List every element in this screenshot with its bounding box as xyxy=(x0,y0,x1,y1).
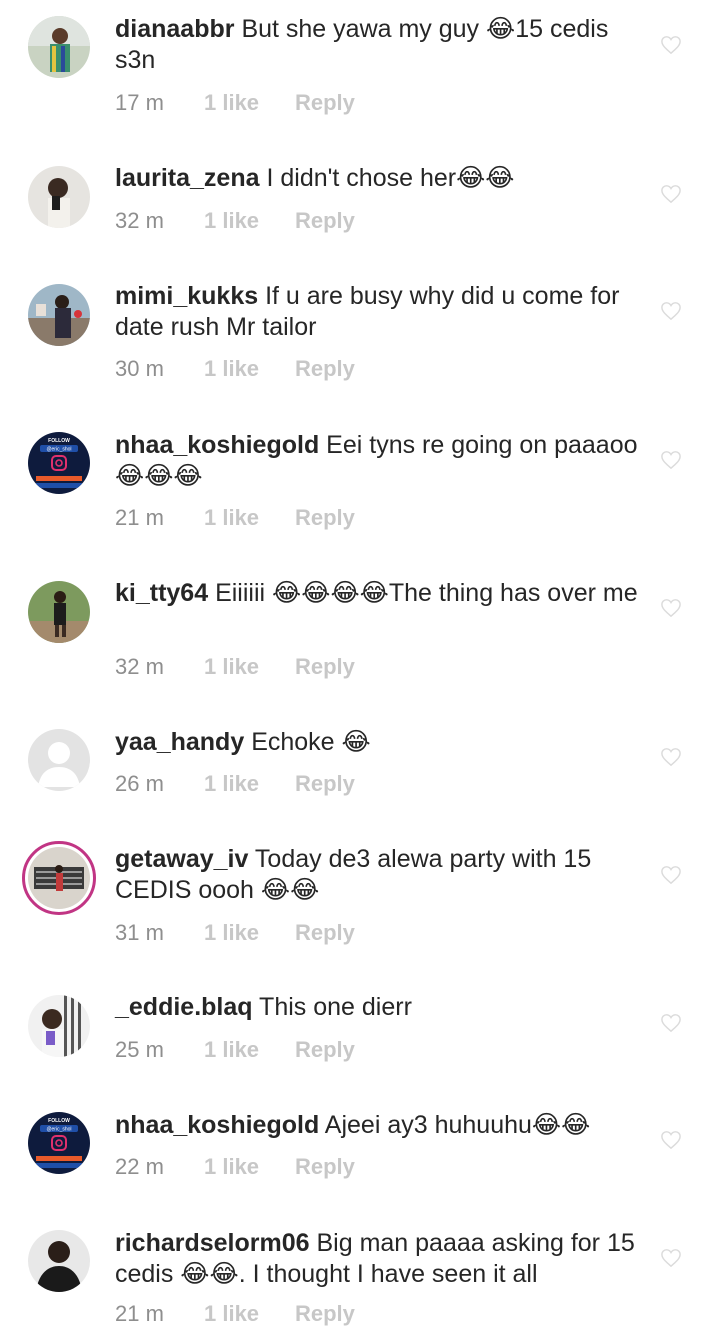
comment-likes[interactable]: 1 like xyxy=(204,356,295,382)
avatar-with-story-ring[interactable] xyxy=(22,841,96,915)
comment-username[interactable]: yaa_handy xyxy=(115,728,244,756)
comment-time: 31 m xyxy=(115,920,164,945)
comment-time: 26 m xyxy=(115,771,164,796)
comment-meta: 26 m 1 like Reply xyxy=(115,771,355,797)
comment-text: mimi_kukks If u are busy why did u come … xyxy=(115,281,645,343)
comment-meta: 32 m 1 like Reply xyxy=(115,654,355,680)
comment-username[interactable]: dianaabbr xyxy=(115,15,234,43)
heart-outline-icon[interactable] xyxy=(660,598,682,618)
reply-button[interactable]: Reply xyxy=(295,1037,355,1063)
comment-meta: 17 m 1 like Reply xyxy=(115,90,355,116)
comment-username[interactable]: nhaa_koshiegold xyxy=(115,431,319,459)
reply-button[interactable]: Reply xyxy=(295,771,355,797)
comment-username[interactable]: ki_tty64 xyxy=(115,579,208,607)
comment-time: 32 m xyxy=(115,208,164,233)
heart-outline-icon[interactable] xyxy=(660,1248,682,1268)
avatar[interactable] xyxy=(28,166,90,228)
comment-username[interactable]: getaway_iv xyxy=(115,845,248,873)
reply-button[interactable]: Reply xyxy=(295,90,355,116)
comment-time: 21 m xyxy=(115,1301,164,1326)
heart-outline-icon[interactable] xyxy=(660,184,682,204)
comment-likes[interactable]: 1 like xyxy=(204,771,295,797)
heart-outline-icon[interactable] xyxy=(660,747,682,767)
comment-likes[interactable]: 1 like xyxy=(204,1037,295,1063)
avatar-follow-text: FOLLOW xyxy=(48,438,70,444)
comment-likes[interactable]: 1 like xyxy=(204,208,295,234)
heart-outline-icon[interactable] xyxy=(660,301,682,321)
comment-body: I didn't chose her😂😂 xyxy=(266,164,515,192)
avatar-follow-text: FOLLOW xyxy=(48,1118,70,1124)
avatar[interactable] xyxy=(28,284,90,346)
heart-outline-icon[interactable] xyxy=(660,1013,682,1033)
comment-meta: 31 m 1 like Reply xyxy=(115,920,355,946)
comment-username[interactable]: laurita_zena xyxy=(115,164,260,192)
avatar[interactable] xyxy=(28,729,90,791)
comment-meta: 21 m 1 like Reply xyxy=(115,1301,355,1327)
comment-time: 32 m xyxy=(115,654,164,679)
reply-button[interactable]: Reply xyxy=(295,208,355,234)
avatar[interactable]: FOLLOW @eric_shol xyxy=(28,1112,90,1174)
reply-button[interactable]: Reply xyxy=(295,1301,355,1327)
comment-likes[interactable]: 1 like xyxy=(204,1301,295,1327)
comment-time: 22 m xyxy=(115,1154,164,1179)
comment-time: 17 m xyxy=(115,90,164,115)
heart-outline-icon[interactable] xyxy=(660,35,682,55)
comment-likes[interactable]: 1 like xyxy=(204,90,295,116)
reply-button[interactable]: Reply xyxy=(295,654,355,680)
comment-likes[interactable]: 1 like xyxy=(204,920,295,946)
comment-meta: 22 m 1 like Reply xyxy=(115,1154,355,1180)
reply-button[interactable]: Reply xyxy=(295,920,355,946)
comment-username[interactable]: nhaa_koshiegold xyxy=(115,1111,319,1139)
heart-outline-icon[interactable] xyxy=(660,865,682,885)
heart-outline-icon[interactable] xyxy=(660,1130,682,1150)
comment-body: This one dierr xyxy=(259,993,412,1021)
reply-button[interactable]: Reply xyxy=(295,356,355,382)
reply-button[interactable]: Reply xyxy=(295,505,355,531)
comment-time: 25 m xyxy=(115,1037,164,1062)
comment-body: Eiiiiii 😂😂😂😂The thing has over me xyxy=(215,579,638,607)
comment-likes[interactable]: 1 like xyxy=(204,654,295,680)
comment-meta: 30 m 1 like Reply xyxy=(115,356,355,382)
comment-text: dianaabbr But she yawa my guy 😂15 cedis … xyxy=(115,14,645,76)
comment-username[interactable]: _eddie.blaq xyxy=(115,993,253,1021)
reply-button[interactable]: Reply xyxy=(295,1154,355,1180)
comment-text: ki_tty64 Eiiiiii 😂😂😂😂The thing has over … xyxy=(115,578,645,609)
comment-body: Ajeei ay3 huhuuhu😂😂 xyxy=(324,1111,591,1139)
comment-meta: 32 m 1 like Reply xyxy=(115,208,355,234)
comment-time: 21 m xyxy=(115,505,164,530)
comment-text: nhaa_koshiegold Ajeei ay3 huhuuhu😂😂 xyxy=(115,1110,645,1141)
comment-text: getaway_iv Today de3 alewa party with 15… xyxy=(115,844,645,906)
avatar[interactable] xyxy=(28,581,90,643)
comment-text: yaa_handy Echoke 😂 xyxy=(115,727,645,758)
comment-meta: 25 m 1 like Reply xyxy=(115,1037,355,1063)
avatar[interactable] xyxy=(28,995,90,1057)
avatar[interactable]: FOLLOW @eric_shol xyxy=(28,432,90,494)
comment-username[interactable]: richardselorm06 xyxy=(115,1229,310,1257)
avatar[interactable] xyxy=(28,16,90,78)
heart-outline-icon[interactable] xyxy=(660,450,682,470)
comment-username[interactable]: mimi_kukks xyxy=(115,282,258,310)
avatar[interactable] xyxy=(28,1230,90,1292)
comment-text: richardselorm06 Big man paaaa asking for… xyxy=(115,1228,645,1290)
comment-text: laurita_zena I didn't chose her😂😂 xyxy=(115,163,645,194)
comment-body: Echoke 😂 xyxy=(251,728,371,756)
comment-likes[interactable]: 1 like xyxy=(204,1154,295,1180)
comment-time: 30 m xyxy=(115,356,164,381)
comment-likes[interactable]: 1 like xyxy=(204,505,295,531)
comment-text: nhaa_koshiegold Eei tyns re going on paa… xyxy=(115,430,645,492)
avatar-handle-text: @eric_shol xyxy=(46,447,71,453)
avatar-handle-text: @eric_shol xyxy=(46,1127,71,1133)
comment-meta: 21 m 1 like Reply xyxy=(115,505,355,531)
comment-text: _eddie.blaq This one dierr xyxy=(115,992,645,1023)
